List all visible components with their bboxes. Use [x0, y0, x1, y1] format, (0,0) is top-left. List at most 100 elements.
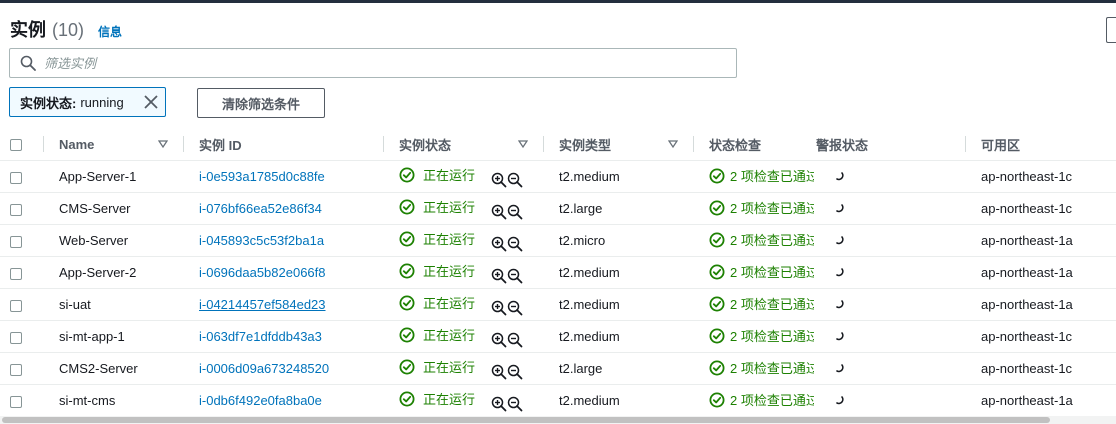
instance-state: 正在运行	[399, 261, 475, 280]
zoom-in-icon[interactable]	[491, 364, 507, 380]
instance-name: CMS-Server	[44, 192, 184, 225]
instance-state-cell: 正在运行	[384, 224, 544, 257]
zoom-out-icon[interactable]	[507, 396, 523, 412]
instance-state: 正在运行	[399, 197, 475, 216]
caret-down-icon	[518, 140, 528, 149]
zoom-controls	[491, 204, 523, 220]
alarm-status-cell	[814, 320, 966, 353]
instance-id-link[interactable]: i-045893c5c53f2ba1a	[199, 233, 324, 248]
instance-id-link[interactable]: i-04214457ef584ed23	[199, 297, 326, 312]
status-check[interactable]: 2 项检查已通过(共	[709, 326, 814, 345]
horizontal-scrollbar[interactable]	[0, 416, 1116, 424]
status-check[interactable]: 2 项检查已通过(共	[709, 262, 814, 281]
zoom-in-icon[interactable]	[491, 332, 507, 348]
instance-id-link[interactable]: i-0696daa5b82e066f8	[199, 265, 326, 280]
table-row[interactable]: CMS-Server i-076bf66ea52e86f34 正在运行 t2.l…	[0, 192, 1116, 225]
select-all-header	[0, 128, 44, 161]
instance-state-cell: 正在运行	[384, 352, 544, 385]
instance-type: t2.medium	[544, 320, 694, 353]
status-check[interactable]: 2 项检查已通过(共	[709, 166, 814, 185]
loading-spinner-icon	[836, 236, 844, 245]
table-header-row: Name 实例 ID 实例状态 实例类型 状态检查 警报状态 可用区	[0, 128, 1116, 161]
loading-spinner-icon	[836, 268, 844, 277]
column-header-availability-zone[interactable]: 可用区	[966, 128, 1116, 161]
check-circle-icon	[709, 264, 725, 280]
table-row[interactable]: CMS2-Server i-0006d09a673248520 正在运行 t2.…	[0, 352, 1116, 385]
zoom-out-icon[interactable]	[507, 268, 523, 284]
alarm-status-cell	[814, 352, 966, 385]
row-checkbox[interactable]	[10, 235, 22, 248]
filter-token-value: running	[80, 94, 124, 110]
row-select-cell	[0, 256, 44, 289]
zoom-out-icon[interactable]	[507, 300, 523, 316]
status-check-cell: 2 项检查已通过(共	[694, 352, 814, 385]
column-header-status-check[interactable]: 状态检查	[694, 128, 814, 161]
search-input[interactable]	[44, 55, 684, 71]
instance-state-cell: 正在运行	[384, 192, 544, 225]
instance-state-cell: 正在运行	[384, 384, 544, 417]
status-check-cell: 2 项检查已通过(共	[694, 288, 814, 321]
zoom-in-icon[interactable]	[491, 396, 507, 412]
status-check[interactable]: 2 项检查已通过(共	[709, 358, 814, 377]
status-check[interactable]: 2 项检查已通过(共	[709, 294, 814, 313]
page-title: 实例	[10, 20, 46, 40]
column-header-instance-id[interactable]: 实例 ID	[184, 128, 384, 161]
instance-id-link[interactable]: i-0006d09a673248520	[199, 361, 329, 376]
page-header: 实例 (10) 信息	[10, 16, 122, 40]
check-circle-icon	[709, 296, 725, 312]
check-circle-icon	[399, 199, 415, 215]
row-checkbox[interactable]	[10, 331, 22, 344]
instance-state: 正在运行	[399, 357, 475, 376]
instance-type: t2.medium	[544, 256, 694, 289]
row-checkbox[interactable]	[10, 363, 22, 376]
alarm-status-cell	[814, 192, 966, 225]
zoom-in-icon[interactable]	[491, 204, 507, 220]
zoom-out-icon[interactable]	[507, 172, 523, 188]
status-check-cell: 2 项检查已通过(共	[694, 256, 814, 289]
instance-id-link[interactable]: i-063df7e1dfddb43a3	[199, 329, 322, 344]
column-header-name[interactable]: Name	[44, 128, 184, 161]
select-all-checkbox[interactable]	[10, 139, 22, 152]
zoom-out-icon[interactable]	[507, 204, 523, 220]
row-select-cell	[0, 352, 44, 385]
row-checkbox[interactable]	[10, 171, 22, 184]
table-row[interactable]: App-Server-1 i-0e593a1785d0c88fe 正在运行 t2…	[0, 160, 1116, 193]
table-row[interactable]: si-mt-app-1 i-063df7e1dfddb43a3 正在运行 t2.…	[0, 320, 1116, 353]
table-row[interactable]: si-mt-cms i-0db6f492e0fa8ba0e 正在运行 t2.me…	[0, 384, 1116, 417]
column-header-instance-type[interactable]: 实例类型	[544, 128, 694, 161]
column-header-alarm-status[interactable]: 警报状态	[814, 128, 966, 161]
scrollbar-thumb[interactable]	[2, 417, 1050, 423]
zoom-in-icon[interactable]	[491, 268, 507, 284]
clear-filters-button[interactable]: 清除筛选条件	[197, 88, 325, 118]
table-row[interactable]: si-uat i-04214457ef584ed23 正在运行 t2.mediu…	[0, 288, 1116, 321]
status-check[interactable]: 2 项检查已通过(共	[709, 198, 814, 217]
status-check[interactable]: 2 项检查已通过(共	[709, 230, 814, 249]
zoom-out-icon[interactable]	[507, 364, 523, 380]
row-checkbox[interactable]	[10, 203, 22, 216]
table-row[interactable]: App-Server-2 i-0696daa5b82e066f8 正在运行 t2…	[0, 256, 1116, 289]
column-header-instance-state[interactable]: 实例状态	[384, 128, 544, 161]
loading-spinner-icon	[836, 172, 844, 181]
table-row[interactable]: Web-Server i-045893c5c53f2ba1a 正在运行 t2.m…	[0, 224, 1116, 257]
row-checkbox[interactable]	[10, 299, 22, 312]
zoom-in-icon[interactable]	[491, 300, 507, 316]
zoom-in-icon[interactable]	[491, 236, 507, 252]
actions-button[interactable]	[1106, 17, 1116, 43]
status-check-cell: 2 项检查已通过(共	[694, 384, 814, 417]
close-icon[interactable]	[143, 94, 159, 110]
zoom-in-icon[interactable]	[491, 172, 507, 188]
instance-name: App-Server-1	[44, 160, 184, 193]
row-checkbox[interactable]	[10, 267, 22, 280]
zoom-out-icon[interactable]	[507, 332, 523, 348]
caret-down-icon	[668, 140, 678, 149]
instance-id-link[interactable]: i-076bf66ea52e86f34	[199, 201, 322, 216]
filter-search-box[interactable]	[9, 48, 737, 78]
instance-count: (10)	[52, 20, 85, 40]
zoom-out-icon[interactable]	[507, 236, 523, 252]
instance-id-link[interactable]: i-0db6f492e0fa8ba0e	[199, 393, 322, 408]
instance-name: si-mt-app-1	[44, 320, 184, 353]
info-link[interactable]: 信息	[98, 23, 122, 40]
instance-id-link[interactable]: i-0e593a1785d0c88fe	[199, 169, 325, 184]
status-check[interactable]: 2 项检查已通过(共	[709, 390, 814, 409]
row-checkbox[interactable]	[10, 395, 22, 408]
